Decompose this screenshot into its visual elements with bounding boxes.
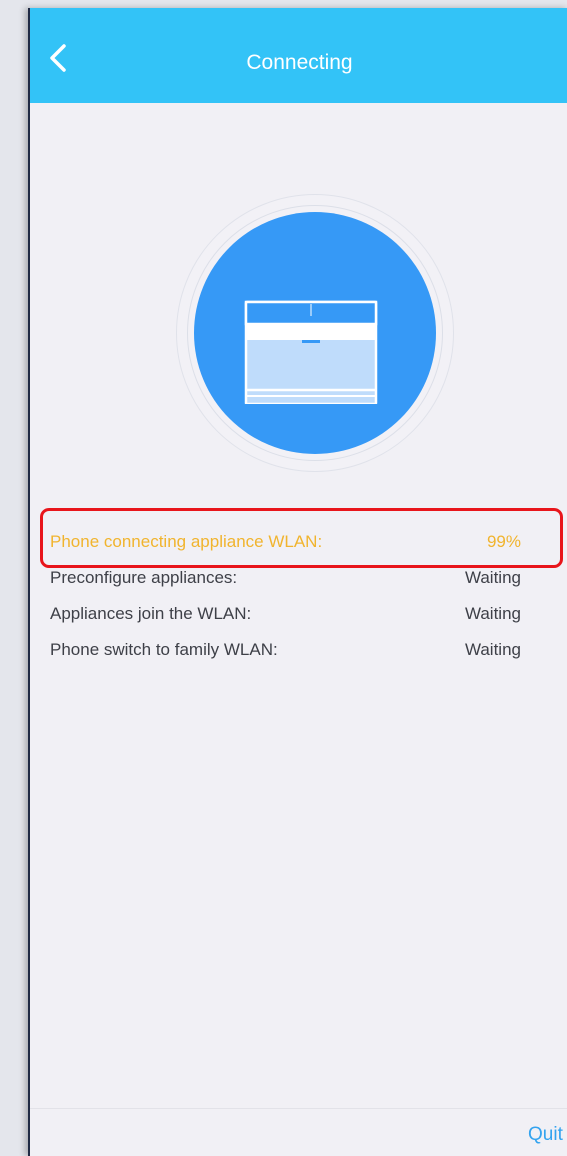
step-status: Waiting — [464, 640, 521, 659]
step-row: Appliances join the WLAN: Waiting — [30, 599, 567, 635]
step-label: Phone connecting appliance WLAN: — [50, 532, 323, 551]
step-label: Appliances join the WLAN: — [50, 604, 252, 623]
step-label: Phone switch to family WLAN: — [50, 640, 278, 659]
top-bar: Connecting — [30, 8, 567, 103]
step-row: Phone switch to family WLAN: Waiting — [30, 635, 567, 671]
screen-frame: Connecting Phone connecting appliance WL… — [0, 0, 567, 1156]
step-status: Waiting — [464, 568, 521, 587]
window-air-conditioner-icon — [244, 300, 378, 404]
page-title: Connecting — [246, 51, 353, 74]
step-label: Preconfigure appliances: — [50, 568, 238, 587]
step-status: 99% — [486, 532, 521, 551]
footer-divider — [30, 1108, 567, 1109]
app-screen: Connecting Phone connecting appliance WL… — [28, 8, 567, 1156]
step-row: Preconfigure appliances: Waiting — [30, 563, 567, 599]
quit-button[interactable]: Quit — [528, 1120, 563, 1150]
step-status: Waiting — [464, 604, 521, 623]
step-row: Phone connecting appliance WLAN: 99% — [30, 527, 567, 563]
